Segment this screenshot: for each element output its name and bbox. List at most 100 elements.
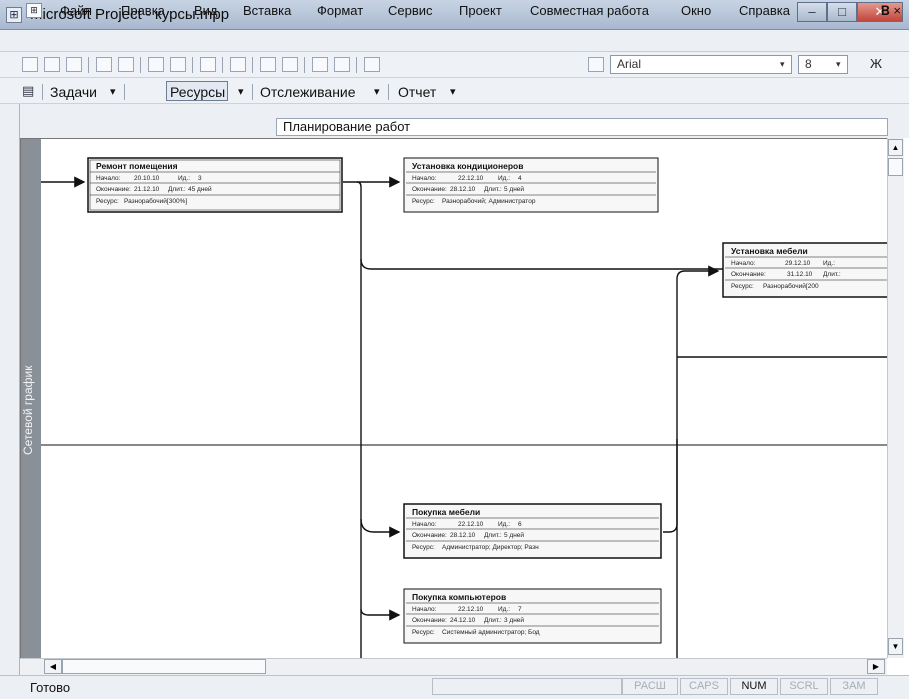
node-start: 22.12.10 <box>458 175 484 182</box>
vertical-scrollbar[interactable] <box>887 138 904 658</box>
tracking-button[interactable]: Отслеживание <box>260 84 356 100</box>
menu-window[interactable]: Окно <box>681 3 711 18</box>
tasks-button[interactable]: Задачи <box>50 84 97 100</box>
horizontal-scroll-thumb[interactable] <box>62 659 266 674</box>
node-resource-label: Ресурс: <box>96 198 119 205</box>
hyperlink-icon[interactable] <box>230 57 246 72</box>
node-resource-label: Ресурс: <box>412 544 435 551</box>
maximize-button[interactable]: □ <box>827 2 857 22</box>
document-window-controls[interactable]: 𝐁 × <box>881 3 901 19</box>
node-duration: 3 дней <box>504 616 524 624</box>
document-icon[interactable]: ⊞ <box>26 3 42 18</box>
node-resource-label: Ресурс: <box>412 629 435 636</box>
chevron-down-icon[interactable]: ▾ <box>238 85 244 98</box>
task-node-4[interactable]: Установка кондиционеров Начало: 22.12.10… <box>403 157 659 213</box>
node-title: Ремонт помещения <box>96 161 178 171</box>
node-start-label: Начало: <box>731 260 756 267</box>
paste-icon[interactable] <box>170 57 186 72</box>
link-tasks-icon[interactable] <box>260 57 276 72</box>
menu-collaborate[interactable]: Совместная работа <box>530 3 649 18</box>
node-id: 4 <box>518 175 522 182</box>
menu-view[interactable]: Вид <box>194 3 218 18</box>
task-node-7[interactable]: Покупка компьютеров Начало: 22.12.10 Ид.… <box>403 588 662 644</box>
node-title: Установка мебели <box>731 246 808 256</box>
menu-file[interactable]: Файл <box>60 3 92 18</box>
status-ovr: ЗАМ <box>830 678 878 695</box>
node-resources: Администратор; Директор; Разн <box>442 544 539 551</box>
toolbar-separator <box>222 57 223 73</box>
node-finish-label: Окончание: <box>731 271 766 278</box>
window-left-frame <box>0 104 20 675</box>
toolbar-separator <box>192 57 193 73</box>
scroll-right-icon[interactable]: ▶ <box>867 659 885 674</box>
toolbar-separator <box>356 57 357 73</box>
assign-resources-icon[interactable] <box>334 57 350 72</box>
node-finish-label: Окончание: <box>412 617 447 624</box>
copy-icon[interactable] <box>148 57 164 72</box>
open-icon[interactable] <box>44 57 60 72</box>
menu-tools[interactable]: Сервис <box>388 3 433 18</box>
menu-bar <box>0 30 909 52</box>
node-finish: 28.12.10 <box>450 186 476 193</box>
scroll-up-icon[interactable]: ▲ <box>888 139 903 156</box>
node-duration-label: Длит.: <box>823 271 841 278</box>
node-resources: Разнорабочий[300%] <box>124 197 187 205</box>
undo-icon[interactable] <box>200 57 216 72</box>
scroll-left-icon[interactable]: ◀ <box>44 659 62 674</box>
task-info-icon[interactable] <box>312 57 328 72</box>
menu-help[interactable]: Справка <box>739 3 790 18</box>
toolbar-separator <box>252 57 253 73</box>
chevron-down-icon[interactable]: ▾ <box>836 59 841 70</box>
view-bar-label: Сетевой график <box>21 365 35 455</box>
toolbar-separator <box>88 57 89 73</box>
report-button[interactable]: Отчет <box>398 84 436 100</box>
toolbar-separator <box>124 84 125 100</box>
help-icon[interactable] <box>364 57 380 72</box>
save-icon[interactable] <box>66 57 82 72</box>
node-id-label: Ид.: <box>178 175 190 182</box>
chevron-down-icon[interactable]: ▾ <box>780 59 785 70</box>
node-start-label: Начало: <box>412 606 437 613</box>
link-6-5 <box>663 265 720 533</box>
link-3-6 <box>343 181 401 538</box>
print-icon[interactable] <box>96 57 112 72</box>
node-id-label: Ид.: <box>498 175 510 182</box>
new-icon[interactable] <box>22 57 38 72</box>
menu-format[interactable]: Формат <box>317 3 363 18</box>
task-node-6[interactable]: Покупка мебели Начало: 22.12.10 Ид.: 6 О… <box>403 503 662 559</box>
chevron-down-icon[interactable]: ▾ <box>110 85 116 98</box>
node-id-label: Ид.: <box>498 521 510 528</box>
link-3-7 <box>360 519 401 621</box>
node-duration: 5 дней <box>504 531 524 539</box>
status-text: Готово <box>30 680 71 695</box>
resources-button[interactable]: Ресурсы <box>170 84 225 100</box>
vertical-scroll-thumb[interactable] <box>888 158 903 176</box>
status-panel <box>432 678 622 695</box>
toolbar-separator <box>140 57 141 73</box>
node-title: Покупка мебели <box>412 507 480 517</box>
print-preview-icon[interactable] <box>118 57 134 72</box>
bold-button[interactable]: Ж <box>870 56 882 71</box>
toolbar-separator <box>304 57 305 73</box>
node-resources: Разнорабочий[200 <box>763 282 819 290</box>
status-scrl: SCRL <box>780 678 828 695</box>
node-duration: 5 дней <box>504 185 524 193</box>
node-resources: Разнорабочий; Администратор <box>442 197 536 205</box>
node-finish: 24.12.10 <box>450 617 476 624</box>
project-guide-icon[interactable]: ▤ <box>22 83 34 99</box>
entry-field[interactable]: Планирование работ <box>276 118 888 136</box>
menu-edit[interactable]: Правка <box>121 3 165 18</box>
scroll-down-icon[interactable]: ▼ <box>888 638 903 655</box>
unlink-tasks-icon[interactable] <box>282 57 298 72</box>
project-app-icon[interactable]: ⊞ <box>6 7 22 23</box>
node-start-label: Начало: <box>412 175 437 182</box>
menu-project[interactable]: Проект <box>459 3 502 18</box>
minimize-button[interactable]: – <box>797 2 827 22</box>
toolbar-options-icon[interactable] <box>588 57 604 72</box>
menu-insert[interactable]: Вставка <box>243 3 291 18</box>
chevron-down-icon[interactable]: ▾ <box>374 85 380 98</box>
task-node-5[interactable]: Установка мебели Начало: 29.12.10 Ид.: О… <box>722 242 887 298</box>
font-select[interactable]: Arial <box>610 55 792 74</box>
chevron-down-icon[interactable]: ▾ <box>450 85 456 98</box>
task-node-3[interactable]: Ремонт помещения Начало: 20.10.10 Ид.: 3… <box>87 157 343 213</box>
